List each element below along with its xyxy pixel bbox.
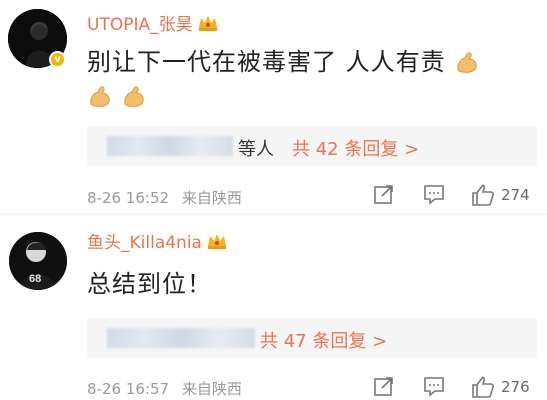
view-replies-link[interactable]: 共 42 条回复 > (292, 135, 419, 161)
username-text[interactable]: UTOPIA_张昊 (87, 10, 193, 35)
svg-text:68: 68 (29, 273, 41, 285)
view-replies-link[interactable]: 共 47 条回复 > (260, 327, 387, 353)
divider (0, 214, 547, 215)
username-text[interactable]: 鱼头_Killa4nia (87, 228, 202, 253)
like-count: 276 (501, 378, 530, 396)
comment-icon (424, 377, 444, 397)
like-count: 274 (501, 186, 530, 204)
username[interactable]: 鱼头_Killa4nia (87, 228, 228, 253)
reply-preview[interactable]: 等人 共 42 条回复 > (87, 126, 537, 166)
comment-meta: 8-26 16:57 来自陕西 (87, 378, 242, 399)
comment-location: 来自陕西 (181, 189, 242, 207)
comment-item: 68 鱼头_Killa4nia 总结到位！ 共 47 条回复 > 8-26 16… (0, 222, 547, 400)
comment-location: 来自陕西 (181, 380, 242, 398)
comment-time: 8-26 16:57 (87, 380, 170, 398)
username[interactable]: UTOPIA_张昊 (87, 10, 219, 35)
blurred-names (107, 136, 233, 156)
crown-icon (198, 15, 217, 31)
share-button[interactable] (373, 183, 395, 205)
like-icon (472, 184, 494, 206)
flexed-biceps-icon (90, 86, 110, 107)
flexed-biceps-icon (457, 52, 477, 73)
share-button[interactable] (373, 375, 395, 397)
blurred-names (107, 328, 255, 348)
crown-icon (207, 233, 226, 249)
emoji-line (87, 82, 147, 110)
comment-text: 总结到位！ (87, 270, 212, 298)
comment-button[interactable] (423, 375, 445, 397)
flexed-biceps-icon (123, 86, 144, 107)
comment-button[interactable] (423, 183, 445, 205)
share-icon (374, 377, 393, 396)
like-button[interactable]: 274 (471, 183, 530, 207)
comment-text: 别让下一代在被毒害了 人人有责 (87, 42, 480, 77)
like-icon (472, 376, 494, 398)
others-label: 等人 (238, 139, 274, 160)
comment-icon (424, 185, 444, 205)
share-icon (374, 185, 393, 204)
comment-item: v UTOPIA_张昊 别让下一代在被毒害了 人人有责 等人 共 42 条回复 … (0, 0, 547, 210)
reply-preview[interactable]: 共 47 条回复 > (87, 318, 537, 358)
avatar[interactable]: 68 (9, 232, 67, 290)
comment-meta: 8-26 16:52 来自陕西 (87, 187, 242, 208)
like-button[interactable]: 276 (471, 375, 530, 399)
comment-time: 8-26 16:52 (87, 189, 170, 207)
verified-badge-icon: v (49, 51, 66, 68)
